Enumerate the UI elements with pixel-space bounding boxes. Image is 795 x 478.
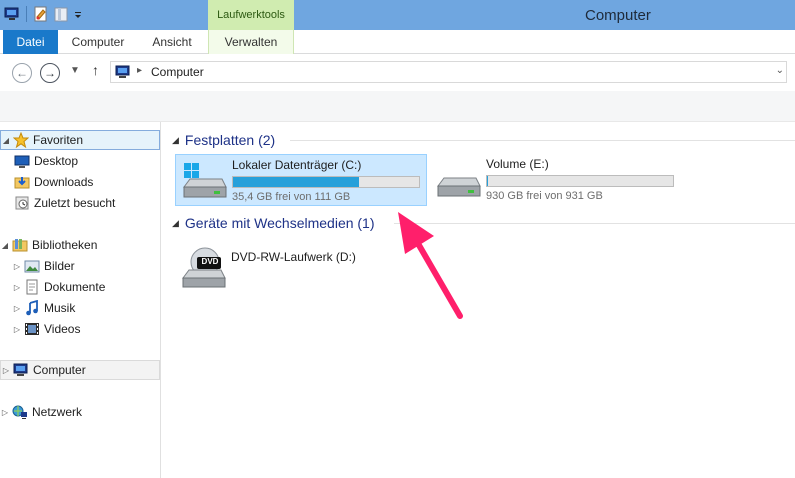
nav-item-computer[interactable]: ▷ Computer bbox=[0, 360, 160, 380]
documents-icon bbox=[24, 279, 40, 295]
collapse-icon[interactable]: ◢ bbox=[1, 136, 11, 145]
expand-icon[interactable]: ▷ bbox=[12, 283, 22, 292]
drive-usage-fill bbox=[233, 177, 360, 187]
up-arrow-icon[interactable]: ↑ bbox=[92, 62, 99, 78]
expand-icon[interactable]: ▷ bbox=[12, 325, 22, 334]
address-bar[interactable]: ▸ Computer ⌄ bbox=[110, 61, 787, 83]
nav-item-label: Downloads bbox=[34, 175, 94, 189]
nav-item-label: Bilder bbox=[44, 259, 75, 273]
tab-file[interactable]: Datei bbox=[3, 30, 58, 54]
star-icon bbox=[12, 131, 30, 149]
nav-item-libraries[interactable]: ◢ Bibliotheken bbox=[0, 235, 160, 255]
nav-item-label: Dokumente bbox=[44, 280, 106, 294]
nav-item-label: Videos bbox=[44, 322, 81, 336]
drive-name: Volume (E:) bbox=[486, 157, 549, 171]
drive-free-space: 930 GB frei von 931 GB bbox=[486, 190, 603, 202]
tab-view[interactable]: Ansicht bbox=[142, 30, 202, 54]
tab-computer[interactable]: Computer bbox=[66, 30, 130, 54]
nav-item-music[interactable]: ▷ Musik bbox=[12, 298, 160, 318]
drive-tile-e[interactable]: Volume (E:) 930 GB frei von 931 GB bbox=[430, 154, 682, 206]
navigation-bar: ← → ▼ ↑ ▸ Computer ⌄ bbox=[0, 55, 795, 91]
desktop-icon bbox=[14, 153, 30, 169]
nav-item-desktop[interactable]: Desktop bbox=[12, 151, 160, 171]
downloads-folder-icon bbox=[14, 174, 30, 190]
nav-item-label: Favoriten bbox=[33, 133, 84, 147]
computer-icon bbox=[115, 65, 131, 79]
computer-icon[interactable] bbox=[4, 6, 20, 22]
drive-name: DVD-RW-Laufwerk (D:) bbox=[231, 250, 356, 264]
toolbar-band bbox=[0, 91, 795, 122]
nav-item-label: Musik bbox=[44, 301, 76, 315]
tab-manage[interactable]: Verwalten bbox=[208, 30, 294, 54]
arrow-left-icon: ← bbox=[16, 66, 28, 80]
recent-locations-dropdown-icon[interactable]: ▼ bbox=[70, 65, 80, 76]
group-header-removable[interactable]: ◢ Geräte mit Wechselmedien (1) bbox=[172, 213, 375, 233]
context-tab-group-label: Laufwerktools bbox=[208, 0, 294, 30]
chevron-down-icon[interactable]: ⌄ bbox=[776, 65, 784, 76]
collapse-group-icon[interactable]: ◢ bbox=[172, 218, 179, 229]
back-button[interactable]: ← bbox=[12, 63, 32, 83]
customize-toolbar-icon[interactable] bbox=[73, 6, 83, 22]
hard-drive-icon bbox=[434, 156, 482, 204]
dvd-drive-icon: DVD bbox=[179, 244, 227, 292]
nav-item-recent-places[interactable]: Zuletzt besucht bbox=[12, 193, 160, 213]
expand-icon[interactable]: ▷ bbox=[12, 262, 22, 271]
system-drive-icon bbox=[180, 157, 228, 205]
expand-icon[interactable]: ▷ bbox=[12, 304, 22, 313]
chevron-right-icon[interactable]: ▸ bbox=[137, 65, 142, 76]
drive-name: Lokaler Datenträger (C:) bbox=[232, 158, 362, 172]
nav-item-label: Netzwerk bbox=[32, 405, 83, 419]
videos-icon bbox=[24, 321, 40, 337]
expand-icon[interactable]: ▷ bbox=[0, 408, 10, 417]
drive-usage-bar bbox=[232, 176, 420, 188]
nav-item-label: Bibliotheken bbox=[32, 238, 98, 252]
ribbon-tab-bar: Datei Computer Ansicht Verwalten bbox=[0, 30, 795, 54]
forward-button[interactable]: → bbox=[40, 63, 60, 83]
quick-access-toolbar bbox=[4, 6, 83, 22]
group-title: Festplatten (2) bbox=[184, 132, 276, 148]
group-title: Geräte mit Wechselmedien (1) bbox=[184, 215, 375, 231]
toolbar-separator bbox=[26, 6, 27, 22]
title-bar: Laufwerktools Computer bbox=[0, 0, 795, 30]
dvd-label: DVD bbox=[201, 257, 219, 266]
recent-places-icon bbox=[14, 195, 30, 211]
pictures-icon bbox=[24, 258, 40, 274]
nav-item-favorites[interactable]: ◢ Favoriten bbox=[0, 130, 160, 150]
drive-tile-c[interactable]: Lokaler Datenträger (C:) 35,4 GB frei vo… bbox=[175, 154, 427, 206]
expand-icon[interactable]: ▷ bbox=[1, 366, 11, 375]
collapse-icon[interactable]: ◢ bbox=[0, 241, 10, 250]
properties-icon[interactable] bbox=[33, 6, 49, 22]
music-icon bbox=[24, 299, 40, 316]
drive-tile-d[interactable]: DVD DVD-RW-Laufwerk (D:) bbox=[175, 242, 427, 294]
nav-item-network[interactable]: ▷ Netzwerk bbox=[0, 402, 160, 422]
address-path[interactable]: Computer bbox=[151, 65, 204, 79]
group-divider bbox=[290, 140, 795, 141]
computer-icon bbox=[13, 362, 29, 378]
new-folder-icon[interactable] bbox=[53, 6, 69, 22]
drive-usage-bar bbox=[486, 175, 674, 187]
group-header-hard-drives[interactable]: ◢ Festplatten (2) bbox=[172, 130, 275, 150]
drive-free-space: 35,4 GB frei von 111 GB bbox=[232, 191, 351, 203]
collapse-group-icon[interactable]: ◢ bbox=[172, 135, 179, 146]
content-pane: ◢ Festplatten (2) Lokaler Datenträger (C… bbox=[162, 122, 795, 478]
nav-item-pictures[interactable]: ▷ Bilder bbox=[12, 256, 160, 276]
libraries-icon bbox=[12, 237, 28, 253]
navigation-pane: ◢ Favoriten Desktop Downloads Zuletzt be… bbox=[0, 122, 161, 478]
nav-item-label: Desktop bbox=[34, 154, 79, 168]
window-title: Computer bbox=[585, 7, 651, 24]
network-icon bbox=[12, 404, 28, 420]
group-divider bbox=[394, 223, 795, 224]
nav-item-videos[interactable]: ▷ Videos bbox=[12, 319, 160, 339]
arrow-right-icon: → bbox=[44, 66, 56, 80]
nav-item-label: Computer bbox=[33, 363, 86, 377]
nav-item-downloads[interactable]: Downloads bbox=[12, 172, 160, 192]
nav-item-documents[interactable]: ▷ Dokumente bbox=[12, 277, 160, 297]
nav-item-label: Zuletzt besucht bbox=[34, 196, 116, 210]
